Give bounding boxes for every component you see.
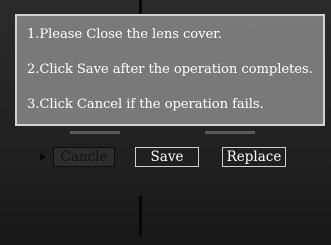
cancel-button[interactable]: Cancle bbox=[53, 147, 115, 167]
replace-button[interactable]: Replace bbox=[222, 147, 286, 167]
crosshair-left-line bbox=[70, 131, 120, 134]
instruction-line-1: 1.Please Close the lens cover. bbox=[27, 27, 223, 42]
instruction-line-2: 2.Click Save after the operation complet… bbox=[27, 62, 313, 77]
selection-arrow-icon bbox=[40, 153, 46, 161]
crosshair-bottom-line bbox=[139, 196, 142, 236]
save-button[interactable]: Save bbox=[135, 147, 199, 167]
instruction-line-3: 3.Click Cancel if the operation fails. bbox=[27, 97, 264, 112]
instruction-dialog: 1.Please Close the lens cover. 2.Click S… bbox=[15, 14, 325, 126]
crosshair-right-line bbox=[205, 131, 255, 134]
